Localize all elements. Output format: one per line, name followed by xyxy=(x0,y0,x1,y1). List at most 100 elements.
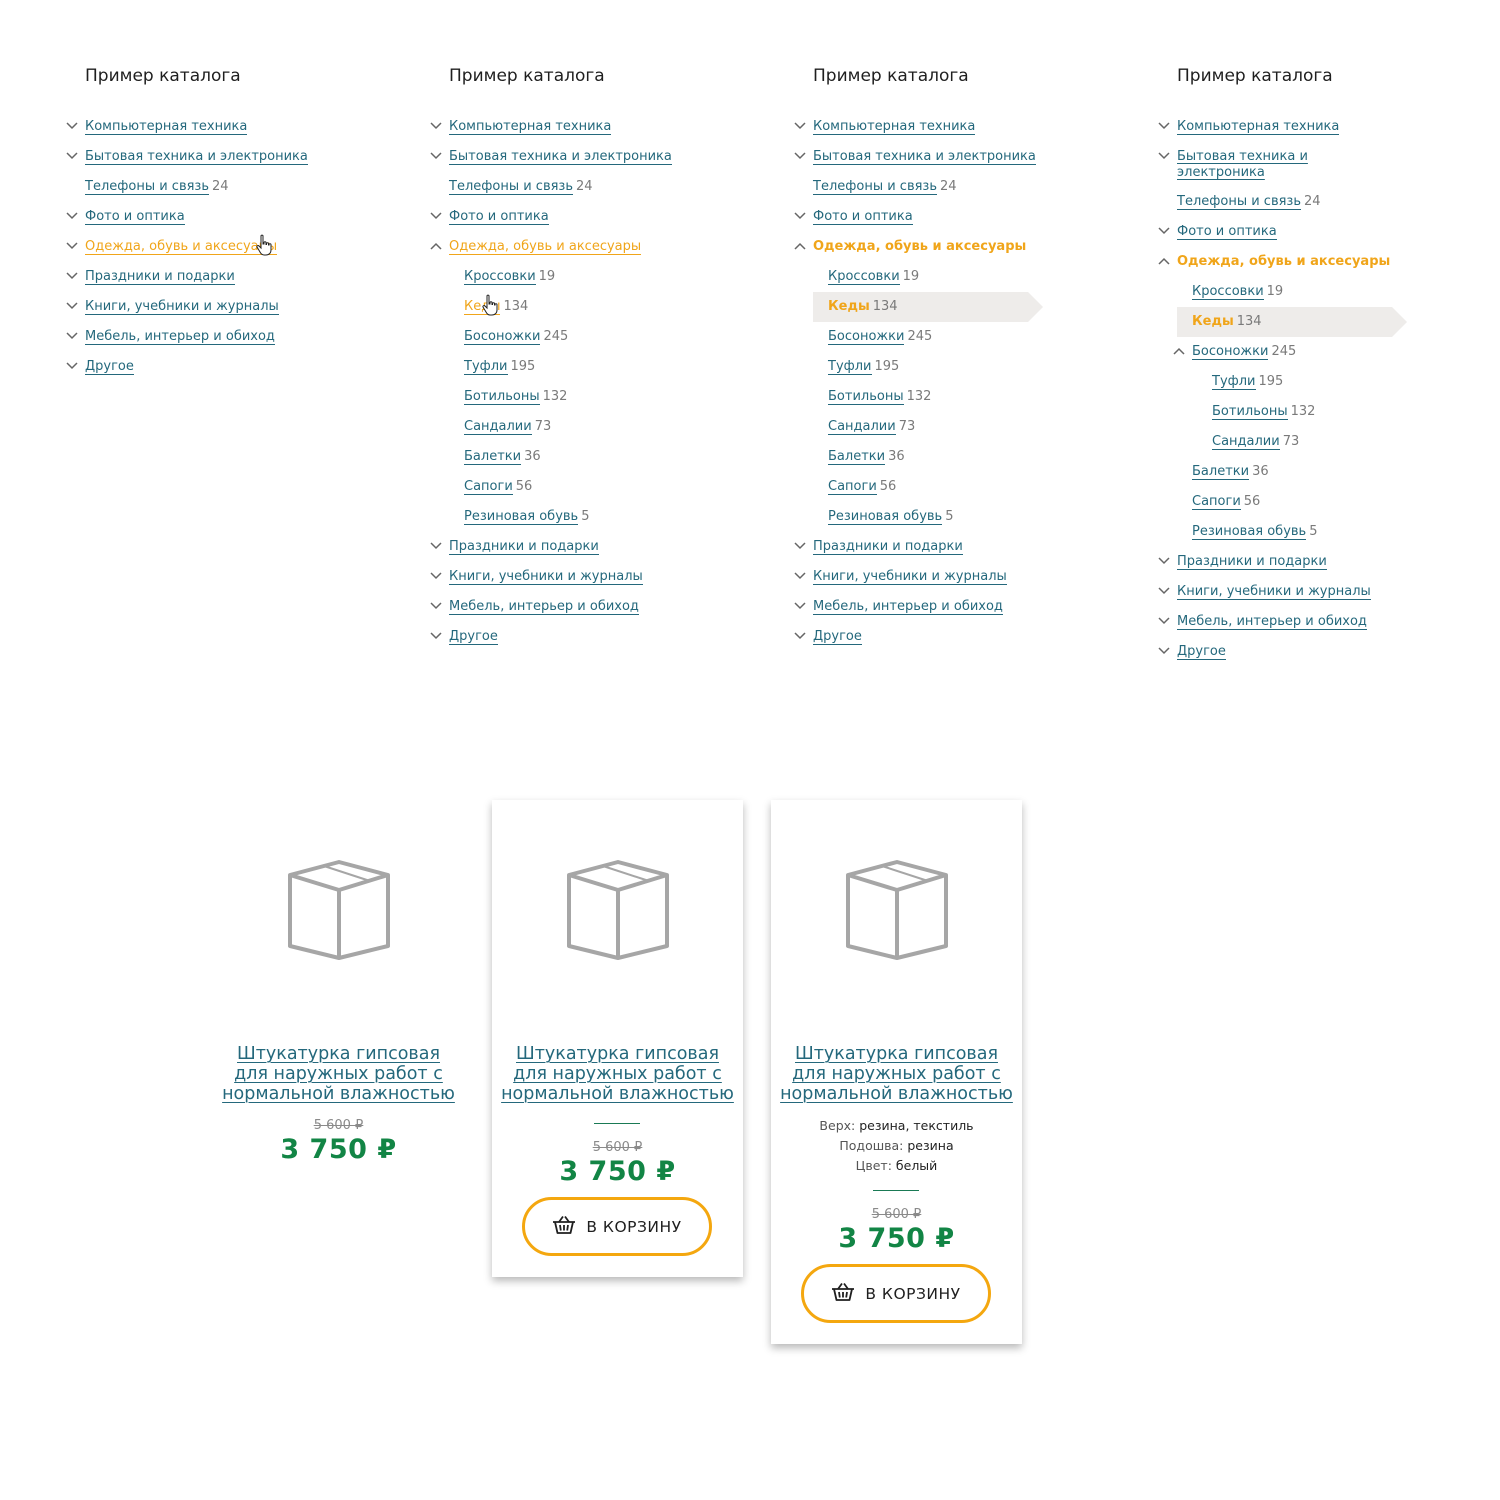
chevron-down-icon[interactable] xyxy=(430,572,442,582)
chevron-down-icon[interactable] xyxy=(794,122,806,132)
category-link-appliances[interactable]: Бытовая техника и электроника xyxy=(1177,149,1308,180)
product-card-default[interactable]: Штукатурка гипсовая для наружных работ сн… xyxy=(213,800,464,1180)
category-link-clothing[interactable]: Одежда, обувь и аксесуары xyxy=(85,239,278,255)
chevron-down-icon[interactable] xyxy=(430,122,442,132)
category-link-other[interactable]: Другое xyxy=(449,629,498,645)
category-link-furniture[interactable]: Мебель, интерьер и обиход xyxy=(449,599,639,615)
chevron-down-icon[interactable] xyxy=(794,572,806,582)
chevron-down-icon[interactable] xyxy=(794,542,806,552)
chevron-up-icon[interactable] xyxy=(1158,257,1170,267)
category-link-holidays[interactable]: Праздники и подарки xyxy=(813,539,963,555)
chevron-down-icon[interactable] xyxy=(794,632,806,642)
category-link-computers[interactable]: Компьютерная техника xyxy=(449,119,612,135)
chevron-down-icon[interactable] xyxy=(794,602,806,612)
subcategory-link-booties[interactable]: Ботильоны xyxy=(828,389,904,405)
chevron-down-icon[interactable] xyxy=(430,632,442,642)
chevron-down-icon[interactable] xyxy=(66,332,78,342)
subcategory-link-sandals-b[interactable]: Босоножки xyxy=(828,329,905,345)
subcategory-link-sandals[interactable]: Сандалии xyxy=(464,419,532,435)
category-link-phones[interactable]: Телефоны и связь xyxy=(1177,194,1301,210)
chevron-down-icon[interactable] xyxy=(1158,227,1170,237)
category-link-books[interactable]: Книги, учебники и журналы xyxy=(85,299,279,315)
category-link-other[interactable]: Другое xyxy=(813,629,862,645)
chevron-down-icon[interactable] xyxy=(430,212,442,222)
chevron-down-icon[interactable] xyxy=(794,212,806,222)
chevron-down-icon[interactable] xyxy=(66,362,78,372)
subcategory-link-sneakers[interactable]: Кроссовки xyxy=(828,269,900,285)
category-link-furniture[interactable]: Мебель, интерьер и обиход xyxy=(1177,614,1367,630)
chevron-down-icon[interactable] xyxy=(1158,122,1170,132)
category-link-appliances[interactable]: Бытовая техника и электроника xyxy=(449,149,672,165)
category-link-appliances[interactable]: Бытовая техника и электроника xyxy=(85,149,308,165)
category-link-clothing[interactable]: Одежда, обувь и аксесуары xyxy=(449,239,642,255)
category-link-clothing[interactable]: Одежда, обувь и аксесуары xyxy=(1177,254,1390,269)
category-link-books[interactable]: Книги, учебники и журналы xyxy=(813,569,1007,585)
category-link-phones[interactable]: Телефоны и связь xyxy=(813,179,937,195)
product-title[interactable]: Штукатурка гипсовая для наружных работ сн… xyxy=(492,1044,743,1104)
chevron-down-icon[interactable] xyxy=(1158,152,1170,162)
subcategory-link-booties[interactable]: Ботильоны xyxy=(1212,404,1288,420)
subcategory-link-shoes[interactable]: Туфли xyxy=(1212,374,1256,390)
category-link-photo[interactable]: Фото и оптика xyxy=(85,209,185,225)
chevron-down-icon[interactable] xyxy=(430,152,442,162)
subcategory-link-shoes[interactable]: Туфли xyxy=(828,359,872,375)
subcategory-link-shoes[interactable]: Туфли xyxy=(464,359,508,375)
subcategory-link-flats[interactable]: Балетки xyxy=(464,449,522,465)
subcategory-link-sandals[interactable]: Сандалии xyxy=(828,419,896,435)
subcategory-link-boots[interactable]: Сапоги xyxy=(464,479,513,495)
add-to-cart-button[interactable]: В КОРЗИНУ xyxy=(522,1197,712,1256)
chevron-down-icon[interactable] xyxy=(66,152,78,162)
category-link-holidays[interactable]: Праздники и подарки xyxy=(449,539,599,555)
subcategory-link-sandals-b[interactable]: Босоножки xyxy=(464,329,541,345)
category-link-books[interactable]: Книги, учебники и журналы xyxy=(449,569,643,585)
category-link-phones[interactable]: Телефоны и связь xyxy=(85,179,209,195)
subcategory-item-keds-selected[interactable]: Кеды 134 xyxy=(813,292,1043,322)
chevron-down-icon[interactable] xyxy=(430,542,442,552)
subcategory-link-sneakers[interactable]: Кроссовки xyxy=(464,269,536,285)
chevron-up-icon[interactable] xyxy=(794,242,806,252)
subcategory-link-boots[interactable]: Сапоги xyxy=(1192,494,1241,510)
chevron-down-icon[interactable] xyxy=(66,272,78,282)
category-link-computers[interactable]: Компьютерная техника xyxy=(1177,119,1340,135)
subcategory-link-rubber[interactable]: Резиновая обувь xyxy=(1192,524,1307,540)
subcategory-link-sandals-b[interactable]: Босоножки xyxy=(1192,344,1269,360)
subcategory-link-rubber[interactable]: Резиновая обувь xyxy=(828,509,943,525)
category-link-other[interactable]: Другое xyxy=(85,359,134,375)
subcategory-link-sandals[interactable]: Сандалии xyxy=(1212,434,1280,450)
category-link-furniture[interactable]: Мебель, интерьер и обиход xyxy=(85,329,275,345)
chevron-down-icon[interactable] xyxy=(1158,617,1170,627)
subcategory-item-keds-selected[interactable]: Кеды 134 xyxy=(1177,307,1407,337)
category-link-photo[interactable]: Фото и оптика xyxy=(1177,224,1277,240)
category-link-other[interactable]: Другое xyxy=(1177,644,1226,660)
product-card-hover[interactable]: Штукатурка гипсовая для наружных работ сн… xyxy=(492,800,743,1277)
subcategory-link-flats[interactable]: Балетки xyxy=(828,449,886,465)
category-link-photo[interactable]: Фото и оптика xyxy=(449,209,549,225)
subcategory-link-boots[interactable]: Сапоги xyxy=(828,479,877,495)
category-link-phones[interactable]: Телефоны и связь xyxy=(449,179,573,195)
product-card-hover-props[interactable]: Штукатурка гипсовая для наружных работ сн… xyxy=(771,800,1022,1344)
subcategory-link-keds[interactable]: Кеды xyxy=(828,299,870,314)
chevron-down-icon[interactable] xyxy=(794,152,806,162)
subcategory-link-sneakers[interactable]: Кроссовки xyxy=(1192,284,1264,300)
product-title[interactable]: Штукатурка гипсовая для наружных работ сн… xyxy=(213,1044,464,1104)
chevron-down-icon[interactable] xyxy=(1158,587,1170,597)
subcategory-link-keds[interactable]: Кеды xyxy=(1192,314,1234,329)
category-link-appliances[interactable]: Бытовая техника и электроника xyxy=(813,149,1036,165)
category-link-clothing[interactable]: Одежда, обувь и аксесуары xyxy=(813,239,1026,254)
chevron-down-icon[interactable] xyxy=(66,242,78,252)
product-title[interactable]: Штукатурка гипсовая для наружных работ сн… xyxy=(771,1044,1022,1104)
category-link-computers[interactable]: Компьютерная техника xyxy=(813,119,976,135)
category-link-holidays[interactable]: Праздники и подарки xyxy=(1177,554,1327,570)
subcategory-link-flats[interactable]: Балетки xyxy=(1192,464,1250,480)
subcategory-link-rubber[interactable]: Резиновая обувь xyxy=(464,509,579,525)
category-link-furniture[interactable]: Мебель, интерьер и обиход xyxy=(813,599,1003,615)
chevron-down-icon[interactable] xyxy=(430,602,442,612)
category-link-computers[interactable]: Компьютерная техника xyxy=(85,119,248,135)
chevron-down-icon[interactable] xyxy=(66,122,78,132)
chevron-up-icon[interactable] xyxy=(430,242,442,252)
category-link-photo[interactable]: Фото и оптика xyxy=(813,209,913,225)
category-link-books[interactable]: Книги, учебники и журналы xyxy=(1177,584,1371,600)
add-to-cart-button[interactable]: В КОРЗИНУ xyxy=(801,1264,991,1323)
chevron-down-icon[interactable] xyxy=(66,302,78,312)
chevron-up-icon[interactable] xyxy=(1173,347,1185,357)
